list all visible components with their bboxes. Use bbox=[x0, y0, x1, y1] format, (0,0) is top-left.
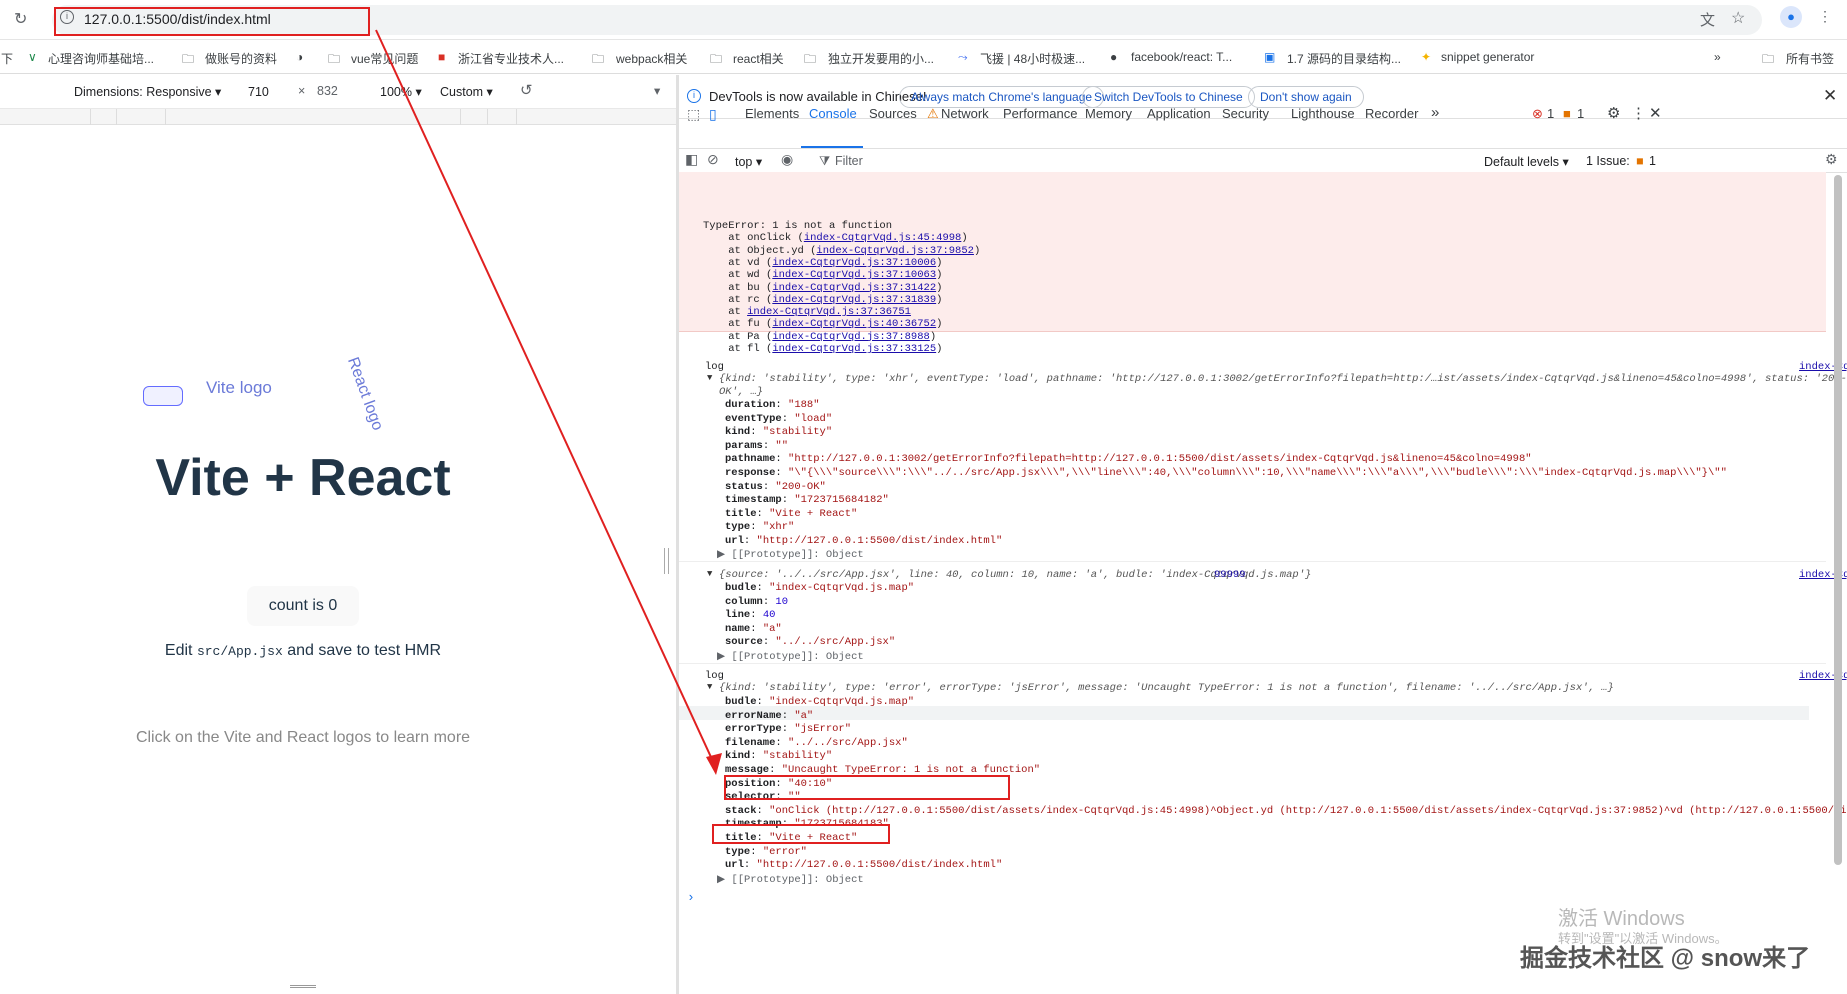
annotation-arrow bbox=[375, 29, 722, 775]
site-watermark: 掘金技术社区 @ snow来了 bbox=[1520, 945, 1811, 972]
windows-activate-watermark: 激活 Windows bbox=[1558, 908, 1685, 930]
